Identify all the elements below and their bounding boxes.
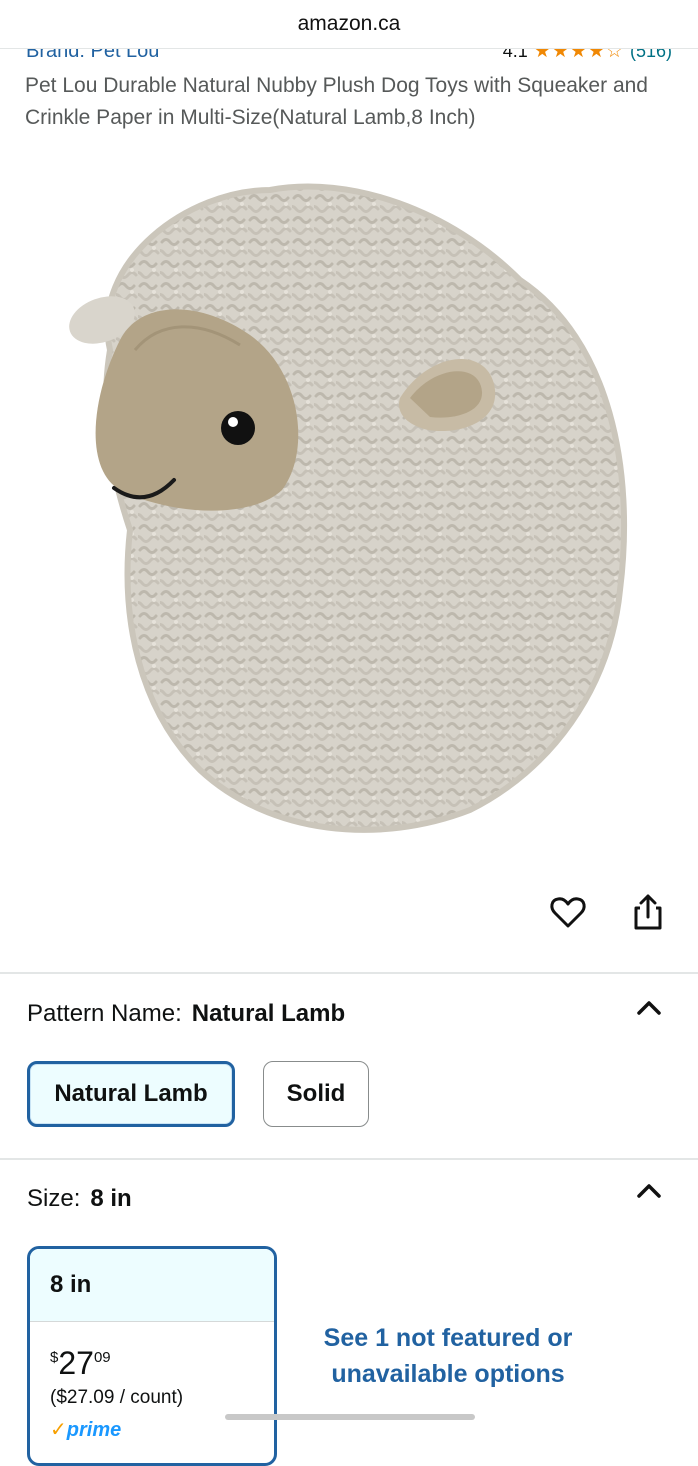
size-option-name: 8 in bbox=[30, 1249, 274, 1322]
pattern-section-label: Pattern Name: Natural Lamb bbox=[27, 1000, 345, 1028]
size-label: Size: bbox=[27, 1185, 81, 1212]
size-selected-value: 8 in bbox=[90, 1185, 132, 1212]
chevron-up-icon[interactable] bbox=[636, 1183, 662, 1199]
price-symbol: $ bbox=[50, 1349, 59, 1366]
pattern-label: Pattern Name: bbox=[27, 1000, 182, 1027]
lamb-eye bbox=[221, 411, 255, 445]
pattern-option-solid[interactable]: Solid bbox=[263, 1061, 369, 1127]
chevron-up-icon[interactable] bbox=[636, 1000, 662, 1016]
share-icon[interactable] bbox=[628, 892, 668, 932]
url-text: amazon.ca bbox=[297, 12, 401, 35]
price: $2709 bbox=[50, 1345, 111, 1382]
price-whole: 27 bbox=[58, 1345, 94, 1381]
pattern-selected-value: Natural Lamb bbox=[191, 1000, 346, 1027]
unit-price: ($27.09 / count) bbox=[50, 1387, 184, 1408]
product-image[interactable] bbox=[50, 170, 650, 850]
divider bbox=[0, 972, 698, 974]
product-title: Pet Lou Durable Natural Nubby Plush Dog … bbox=[25, 74, 648, 129]
size-section-label: Size: 8 in bbox=[27, 1185, 132, 1213]
heart-icon[interactable] bbox=[548, 892, 588, 932]
pattern-option-natural-lamb[interactable]: Natural Lamb bbox=[27, 1061, 235, 1127]
price-fraction: 09 bbox=[93, 1349, 111, 1366]
size-option-card[interactable]: 8 in $2709 ($27.09 / count) ✓prime bbox=[27, 1246, 277, 1466]
divider bbox=[0, 1158, 698, 1160]
image-actions bbox=[548, 892, 668, 932]
check-icon: ✓ bbox=[50, 1419, 67, 1441]
browser-url-bar[interactable]: amazon.ca bbox=[0, 0, 698, 49]
see-not-featured-options-link[interactable]: See 1 not featured or unavailable option… bbox=[318, 1320, 578, 1392]
prime-label: prime bbox=[66, 1419, 122, 1441]
prime-badge: ✓prime bbox=[50, 1417, 121, 1442]
home-indicator[interactable] bbox=[225, 1414, 475, 1420]
